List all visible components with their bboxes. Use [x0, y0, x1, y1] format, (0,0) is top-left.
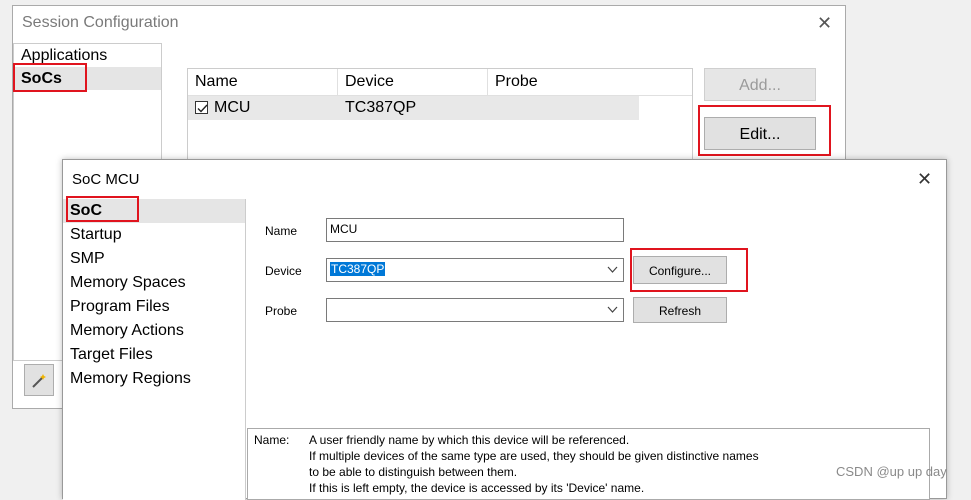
help-line: If multiple devices of the same type are…: [309, 449, 759, 463]
help-label: Name:: [254, 433, 290, 447]
help-line: to be able to distinguish between them.: [309, 465, 518, 479]
help-text: A user friendly name by which this devic…: [309, 432, 759, 496]
column-header-probe[interactable]: Probe: [488, 69, 638, 95]
help-line: A user friendly name by which this devic…: [309, 433, 630, 447]
device-label: Device: [265, 264, 302, 278]
magic-wand-icon: [32, 374, 46, 388]
help-panel: Name: A user friendly name by which this…: [247, 428, 930, 500]
nav-item-target-files[interactable]: Target Files: [63, 343, 245, 367]
window-title: SoC MCU: [72, 171, 140, 188]
table-row[interactable]: MCU TC387QP: [188, 96, 639, 120]
nav-item-program-files[interactable]: Program Files: [63, 295, 245, 319]
row-name: MCU: [214, 99, 251, 116]
help-line: If this is left empty, the device is acc…: [309, 481, 645, 495]
nav-item-memory-actions[interactable]: Memory Actions: [63, 319, 245, 343]
highlight-soc: [66, 196, 139, 222]
highlight-socs: [13, 63, 87, 92]
chevron-down-icon: [607, 306, 618, 313]
window-title: Session Configuration: [22, 14, 179, 31]
row-device: TC387QP: [345, 99, 417, 116]
nav-item-smp[interactable]: SMP: [63, 247, 245, 271]
checkmark-icon: [197, 104, 208, 113]
column-header-name[interactable]: Name: [188, 69, 338, 95]
add-button[interactable]: Add...: [704, 68, 816, 101]
device-select[interactable]: TC387QP: [326, 258, 624, 282]
column-header-device[interactable]: Device: [338, 69, 488, 95]
nav-item-startup[interactable]: Startup: [63, 223, 245, 247]
probe-select[interactable]: [326, 298, 624, 322]
refresh-button[interactable]: Refresh: [633, 297, 727, 323]
wizard-button[interactable]: [24, 364, 54, 396]
table-header: Name Device Probe: [188, 69, 692, 96]
probe-label: Probe: [265, 304, 298, 318]
nav-item-memory-regions[interactable]: Memory Regions: [63, 367, 245, 391]
watermark: CSDN @up up day: [836, 464, 947, 479]
chevron-down-icon: [607, 266, 618, 273]
name-input[interactable]: MCU: [326, 218, 624, 242]
close-icon[interactable]: ✕: [817, 13, 832, 34]
settings-nav: SoC Startup SMP Memory Spaces Program Fi…: [63, 199, 246, 500]
highlight-edit: [698, 105, 831, 156]
highlight-configure: [630, 248, 748, 292]
name-label: Name: [265, 224, 298, 238]
nav-item-memory-spaces[interactable]: Memory Spaces: [63, 271, 245, 295]
soc-mcu-window: SoC MCU ✕ SoC Startup SMP Memory Spaces …: [62, 159, 947, 500]
device-value: TC387QP: [330, 262, 386, 276]
row-checkbox[interactable]: [195, 101, 208, 114]
close-icon[interactable]: ✕: [917, 169, 932, 190]
